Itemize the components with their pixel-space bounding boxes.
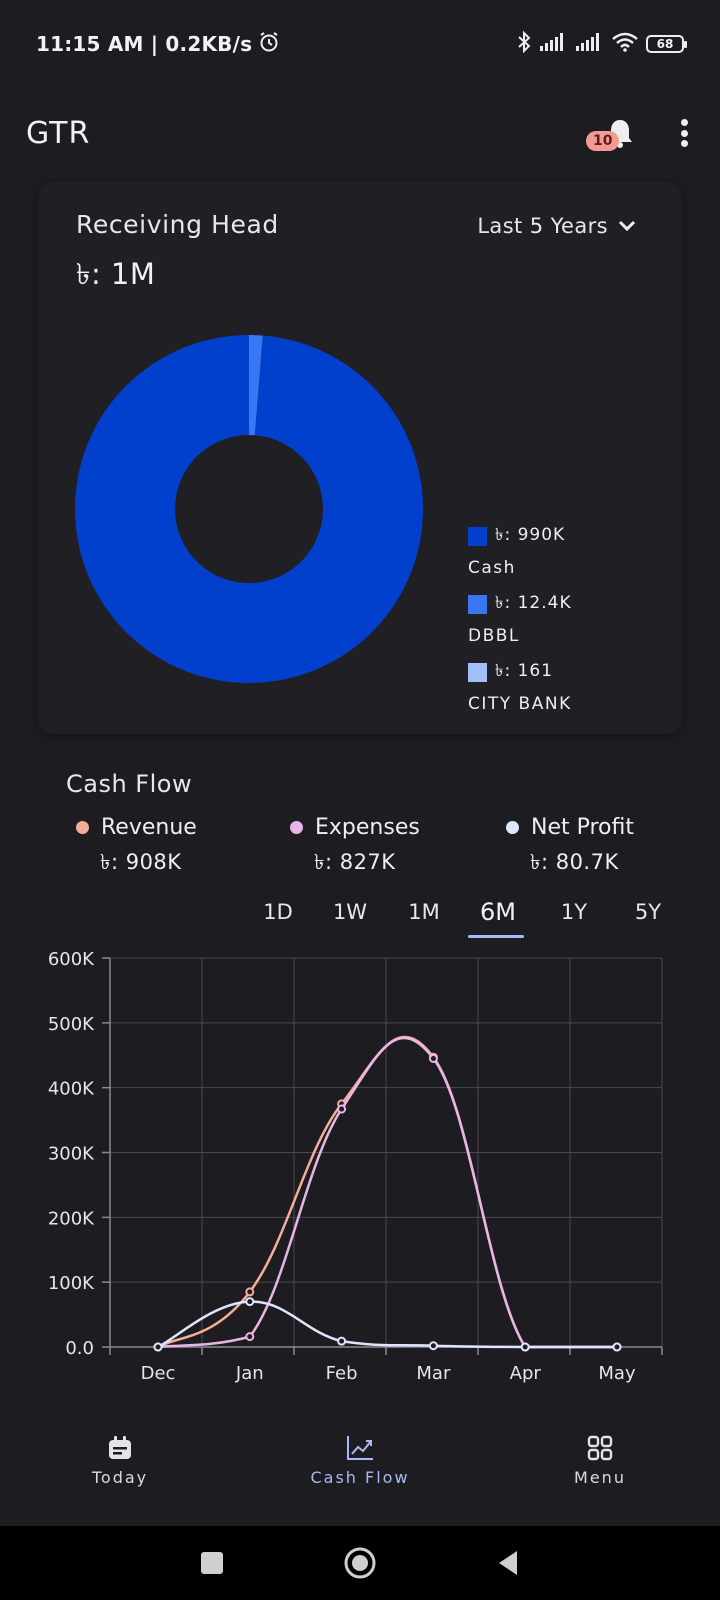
net-profit-dot	[506, 821, 519, 834]
tab-1w[interactable]: 1W	[320, 890, 380, 938]
range-dropdown[interactable]: Last 5 Years	[477, 214, 636, 238]
legend-name: CITY BANK	[468, 694, 572, 714]
tab-1m[interactable]: 1M	[394, 890, 454, 938]
series-line-expenses	[157, 1036, 617, 1349]
status-time: 11:15 AM | 0.2KB/s	[36, 32, 253, 56]
cash-flow-title: Cash Flow	[66, 770, 193, 798]
x-tick-label: Dec	[141, 1363, 176, 1384]
data-point-revenue	[245, 1287, 255, 1297]
range-label: Last 5 Years	[477, 214, 608, 238]
stat-label: Expenses	[315, 815, 420, 840]
stat-expenses: Expenses ৳: 827K	[290, 815, 420, 881]
tab-1d[interactable]: 1D	[248, 890, 308, 938]
nav-today[interactable]: Today	[20, 1416, 220, 1487]
card-title: Receiving Head	[76, 210, 279, 239]
nav-cash-flow[interactable]: Cash Flow	[260, 1416, 460, 1487]
x-tick-label: Jan	[235, 1363, 264, 1384]
donut-chart	[75, 335, 423, 683]
more-options-icon[interactable]	[674, 115, 694, 151]
legend-value: ৳: 12.4K	[495, 593, 572, 613]
signal-icon	[576, 32, 604, 57]
expenses-dot	[290, 821, 303, 834]
nav-label: Cash Flow	[310, 1468, 410, 1487]
notification-badge: 10	[586, 131, 620, 151]
stat-revenue: Revenue ৳: 908K	[76, 815, 197, 881]
calendar-icon	[109, 1436, 131, 1459]
battery-level: 68	[656, 37, 674, 51]
app-bar: GTR 10	[0, 88, 720, 178]
nav-label: Today	[91, 1468, 149, 1487]
data-point-expenses	[337, 1104, 347, 1114]
period-tabs: 1D 1W 1M 6M 1Y 5Y	[0, 890, 720, 940]
tab-6m[interactable]: 6M	[468, 890, 528, 938]
legend-item: ৳: 161 CITY BANK	[468, 658, 572, 714]
grid-icon	[587, 1435, 613, 1461]
stat-value: ৳: 827K	[314, 850, 396, 874]
nav-menu[interactable]: Menu	[500, 1416, 700, 1487]
legend-name: Cash	[468, 558, 516, 578]
y-tick-label: 500K	[48, 1014, 95, 1035]
notification-button[interactable]: 10	[586, 113, 640, 153]
cash-flow-stats: Revenue ৳: 908K Expenses ৳: 827K Net Pro…	[0, 815, 720, 875]
y-tick-label: 100K	[48, 1273, 95, 1294]
y-tick-label: 300K	[48, 1144, 95, 1165]
chart-line-icon	[347, 1436, 373, 1460]
x-tick-label: May	[598, 1363, 636, 1384]
data-point-net-profit	[245, 1297, 255, 1307]
x-tick-label: Feb	[326, 1363, 358, 1384]
data-point-net-profit	[337, 1336, 347, 1346]
series-line-revenue	[157, 1035, 617, 1349]
wifi-icon	[612, 32, 638, 57]
legend-name: DBBL	[468, 626, 520, 646]
signal-icon	[540, 32, 568, 57]
donut-legend: ৳: 990K Cash ৳: 12.4K DBBL ৳: 161 CITY BANK	[468, 522, 572, 726]
alarm-icon	[258, 31, 280, 58]
data-point-expenses	[245, 1332, 255, 1342]
back-button-icon[interactable]	[495, 1549, 521, 1577]
data-point-net-profit	[153, 1342, 163, 1352]
series-line-net-profit	[157, 1300, 617, 1349]
system-navigation-bar	[0, 1526, 720, 1600]
stat-value: ৳: 80.7K	[530, 850, 619, 874]
legend-swatch	[468, 594, 487, 614]
card-total: ৳: 1M	[76, 257, 156, 291]
legend-item: ৳: 990K Cash	[468, 522, 572, 578]
chart-grid	[109, 957, 663, 1348]
data-point-net-profit	[428, 1341, 438, 1351]
legend-swatch	[468, 526, 487, 546]
tab-5y[interactable]: 5Y	[618, 890, 678, 938]
y-tick-label: 0.0	[65, 1338, 94, 1359]
stat-net-profit: Net Profit ৳: 80.7K	[506, 815, 634, 881]
legend-item: ৳: 12.4K DBBL	[468, 590, 572, 646]
x-tick-label: Mar	[416, 1363, 451, 1384]
y-tick-label: 400K	[48, 1079, 95, 1100]
bottom-navigation: Today Cash Flow Menu	[0, 1416, 720, 1526]
y-tick-label: 200K	[48, 1208, 95, 1229]
home-button-icon[interactable]	[343, 1546, 377, 1580]
chevron-down-icon	[618, 220, 636, 232]
legend-swatch	[468, 662, 487, 682]
battery-icon: 68	[646, 35, 687, 53]
legend-value: ৳: 161	[495, 661, 554, 681]
legend-value: ৳: 990K	[495, 525, 566, 545]
data-point-expenses	[428, 1053, 438, 1063]
stat-label: Revenue	[101, 815, 197, 840]
tab-1y[interactable]: 1Y	[544, 890, 604, 938]
data-point-net-profit	[520, 1342, 530, 1352]
x-tick-label: Apr	[510, 1363, 542, 1384]
receiving-head-card: Receiving Head ৳: 1M Last 5 Years ৳: 990…	[38, 182, 682, 734]
nav-label: Menu	[574, 1468, 626, 1487]
stat-value: ৳: 908K	[100, 850, 182, 874]
data-point-net-profit	[612, 1342, 622, 1352]
recents-button-icon[interactable]	[199, 1550, 225, 1576]
bluetooth-icon	[516, 30, 532, 59]
y-tick-label: 600K	[48, 949, 95, 970]
status-bar: 11:15 AM | 0.2KB/s 68	[0, 0, 720, 88]
donut-slice-cash	[75, 335, 423, 683]
revenue-dot	[76, 821, 89, 834]
app-title: GTR	[26, 115, 91, 151]
cash-flow-line-chart: 0.0 100K 200K 300K 400K 500K 600K Dec Jan Feb Mar A…	[48, 949, 663, 1384]
stat-label: Net Profit	[531, 815, 634, 840]
